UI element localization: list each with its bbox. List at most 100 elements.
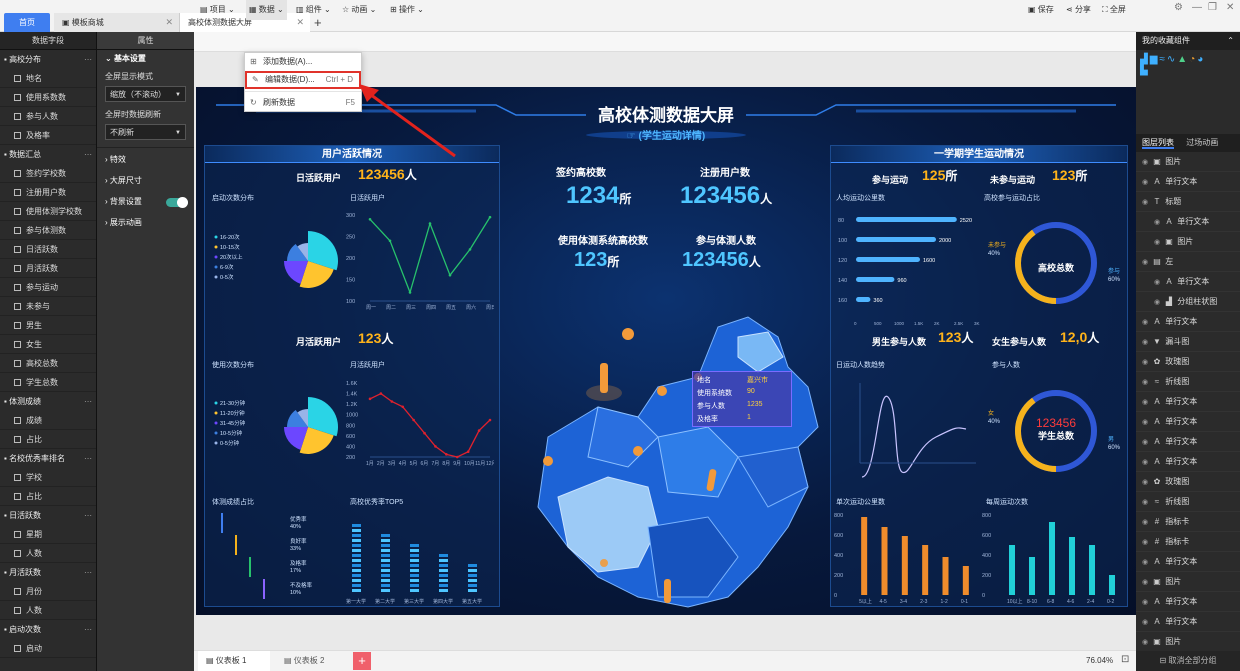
area-chart-icon[interactable]: ▲	[1177, 54, 1189, 65]
tab-home[interactable]: 首页	[4, 13, 50, 32]
field-checkbox[interactable]	[14, 417, 21, 424]
layer-item[interactable]: ◉ ✿ 玫瑰图	[1136, 352, 1240, 372]
field-item[interactable]: 签约学校数	[0, 164, 96, 183]
layer-item[interactable]: ◉ ✿ 玫瑰图	[1136, 472, 1240, 492]
layer-item[interactable]: ◉ A 单行文本	[1136, 172, 1240, 192]
eye-icon[interactable]: ◉	[1154, 273, 1163, 293]
field-item[interactable]: 占比	[0, 430, 96, 449]
layer-item[interactable]: ◉ A 单行文本	[1136, 592, 1240, 612]
field-item[interactable]: 学校	[0, 468, 96, 487]
share-button[interactable]: ⋖ 分享	[1066, 0, 1091, 20]
field-checkbox[interactable]	[14, 227, 21, 234]
eye-icon[interactable]: ◉	[1154, 233, 1163, 253]
settings-icon[interactable]: ⚙	[1174, 2, 1183, 13]
layer-item[interactable]: ◉ ▣ 图片	[1136, 232, 1240, 252]
layer-item[interactable]: ◉ A 单行文本	[1136, 212, 1240, 232]
field-checkbox[interactable]	[14, 436, 21, 443]
more-icon[interactable]: ⋯	[84, 392, 92, 411]
close-window-icon[interactable]: ✕	[1226, 2, 1234, 13]
layer-item[interactable]: ◉ A 单行文本	[1136, 452, 1240, 472]
field-item[interactable]: 月份	[0, 582, 96, 601]
eye-icon[interactable]: ◉	[1154, 293, 1163, 313]
component-menu[interactable]: ▥ 组件 ⌄	[296, 0, 331, 20]
field-item[interactable]: 人数	[0, 601, 96, 620]
add-data-item[interactable]: ⊞ 添加数据(A)...	[245, 53, 361, 71]
field-checkbox[interactable]	[14, 75, 21, 82]
column-chart-icon[interactable]: ▆	[1150, 54, 1160, 65]
layer-item[interactable]: ◉ A 单行文本	[1136, 552, 1240, 572]
field-checkbox[interactable]	[14, 246, 21, 253]
layer-item[interactable]: ◉ ▣ 图片	[1136, 572, 1240, 592]
eye-icon[interactable]: ◉	[1142, 453, 1151, 473]
field-checkbox[interactable]	[14, 474, 21, 481]
animation-section[interactable]: › 展示动画	[97, 214, 194, 232]
line-chart-icon[interactable]: ≈	[1159, 54, 1167, 65]
field-checkbox[interactable]	[14, 360, 21, 367]
field-checkbox[interactable]	[14, 132, 21, 139]
field-item[interactable]: 参与人数	[0, 107, 96, 126]
field-checkbox[interactable]	[14, 303, 21, 310]
field-item[interactable]: 人数	[0, 544, 96, 563]
tab-transitions[interactable]: 过场动画	[1186, 138, 1218, 147]
pie-chart-icon[interactable]: ◕	[1197, 54, 1205, 65]
screen-size-section[interactable]: › 大屏尺寸	[97, 172, 194, 190]
layer-item[interactable]: ◉ A 单行文本	[1136, 272, 1240, 292]
layer-item[interactable]: ◉ A 单行文本	[1136, 432, 1240, 452]
field-item[interactable]: 月活跃数	[0, 259, 96, 278]
eye-icon[interactable]: ◉	[1142, 353, 1151, 373]
field-item[interactable]: 注册用户数	[0, 183, 96, 202]
eye-icon[interactable]: ◉	[1142, 173, 1151, 193]
field-item[interactable]: 高校总数	[0, 354, 96, 373]
more-icon[interactable]: ⋯	[84, 506, 92, 525]
layer-item[interactable]: ◉ ≈ 折线图	[1136, 372, 1240, 392]
field-item[interactable]: 地名	[0, 69, 96, 88]
eye-icon[interactable]: ◉	[1142, 613, 1151, 633]
more-icon[interactable]: ⋯	[84, 145, 92, 164]
eye-icon[interactable]: ◉	[1142, 153, 1151, 173]
layer-item[interactable]: ◉ ▣ 图片	[1136, 152, 1240, 172]
fullscreen-button[interactable]: ⛶ 全屏	[1102, 0, 1126, 20]
project-menu[interactable]: ▤ 项目 ⌄	[200, 0, 235, 20]
field-checkbox[interactable]	[14, 607, 21, 614]
more-icon[interactable]: ⋯	[84, 50, 92, 69]
field-item[interactable]: 及格率	[0, 126, 96, 145]
field-group[interactable]: ▪ 启动次数 ⋯	[0, 620, 96, 639]
layer-item[interactable]: ◉ # 指标卡	[1136, 532, 1240, 552]
layer-item[interactable]: ◉ # 指标卡	[1136, 512, 1240, 532]
layer-item[interactable]: ◉ A 单行文本	[1136, 612, 1240, 632]
eye-icon[interactable]: ◉	[1142, 593, 1151, 613]
field-group[interactable]: ▪ 月活跃数 ⋯	[0, 563, 96, 582]
field-checkbox[interactable]	[14, 170, 21, 177]
field-checkbox[interactable]	[14, 645, 21, 652]
field-group[interactable]: ▪ 高校分布 ⋯	[0, 50, 96, 69]
refresh-select[interactable]: 不刷新 ▼	[105, 124, 186, 140]
close-icon[interactable]: ✕	[165, 13, 173, 32]
bar-chart-icon[interactable]: ▟	[1140, 54, 1150, 65]
layer-item[interactable]: ◉ A 单行文本	[1136, 412, 1240, 432]
more-icon[interactable]: ⋯	[84, 620, 92, 639]
display-mode-select[interactable]: 缩放（不滚动） ▼	[105, 86, 186, 102]
layer-item[interactable]: ◉ ▤ 左	[1136, 252, 1240, 272]
cancel-grouping-button[interactable]: ⊟ 取消全部分组	[1136, 651, 1240, 671]
field-item[interactable]: 男生	[0, 316, 96, 335]
layer-item[interactable]: ◉ ≈ 折线图	[1136, 492, 1240, 512]
eye-icon[interactable]: ◉	[1142, 573, 1151, 593]
field-group[interactable]: ▪ 体测成绩 ⋯	[0, 392, 96, 411]
sheet-tab-2[interactable]: ▤ 仪表板 2	[276, 651, 348, 671]
field-item[interactable]: 学生总数	[0, 373, 96, 392]
background-toggle[interactable]	[166, 197, 188, 208]
field-group[interactable]: ▪ 名校优秀率排名 ⋯	[0, 449, 96, 468]
field-item[interactable]: 使用体测学校数	[0, 202, 96, 221]
tab-template-store[interactable]: ▣ 模板商城 ✕	[54, 13, 180, 32]
layer-item[interactable]: ◉ ▟ 分组柱状图	[1136, 292, 1240, 312]
field-item[interactable]: 启动	[0, 639, 96, 658]
minimize-icon[interactable]: —	[1192, 2, 1202, 13]
field-checkbox[interactable]	[14, 550, 21, 557]
field-item[interactable]: 女生	[0, 335, 96, 354]
field-checkbox[interactable]	[14, 379, 21, 386]
field-checkbox[interactable]	[14, 189, 21, 196]
wave-icon[interactable]: ∿	[1167, 54, 1177, 65]
restore-icon[interactable]: ❐	[1208, 2, 1217, 13]
eye-icon[interactable]: ◉	[1142, 253, 1151, 273]
eye-icon[interactable]: ◉	[1142, 553, 1151, 573]
